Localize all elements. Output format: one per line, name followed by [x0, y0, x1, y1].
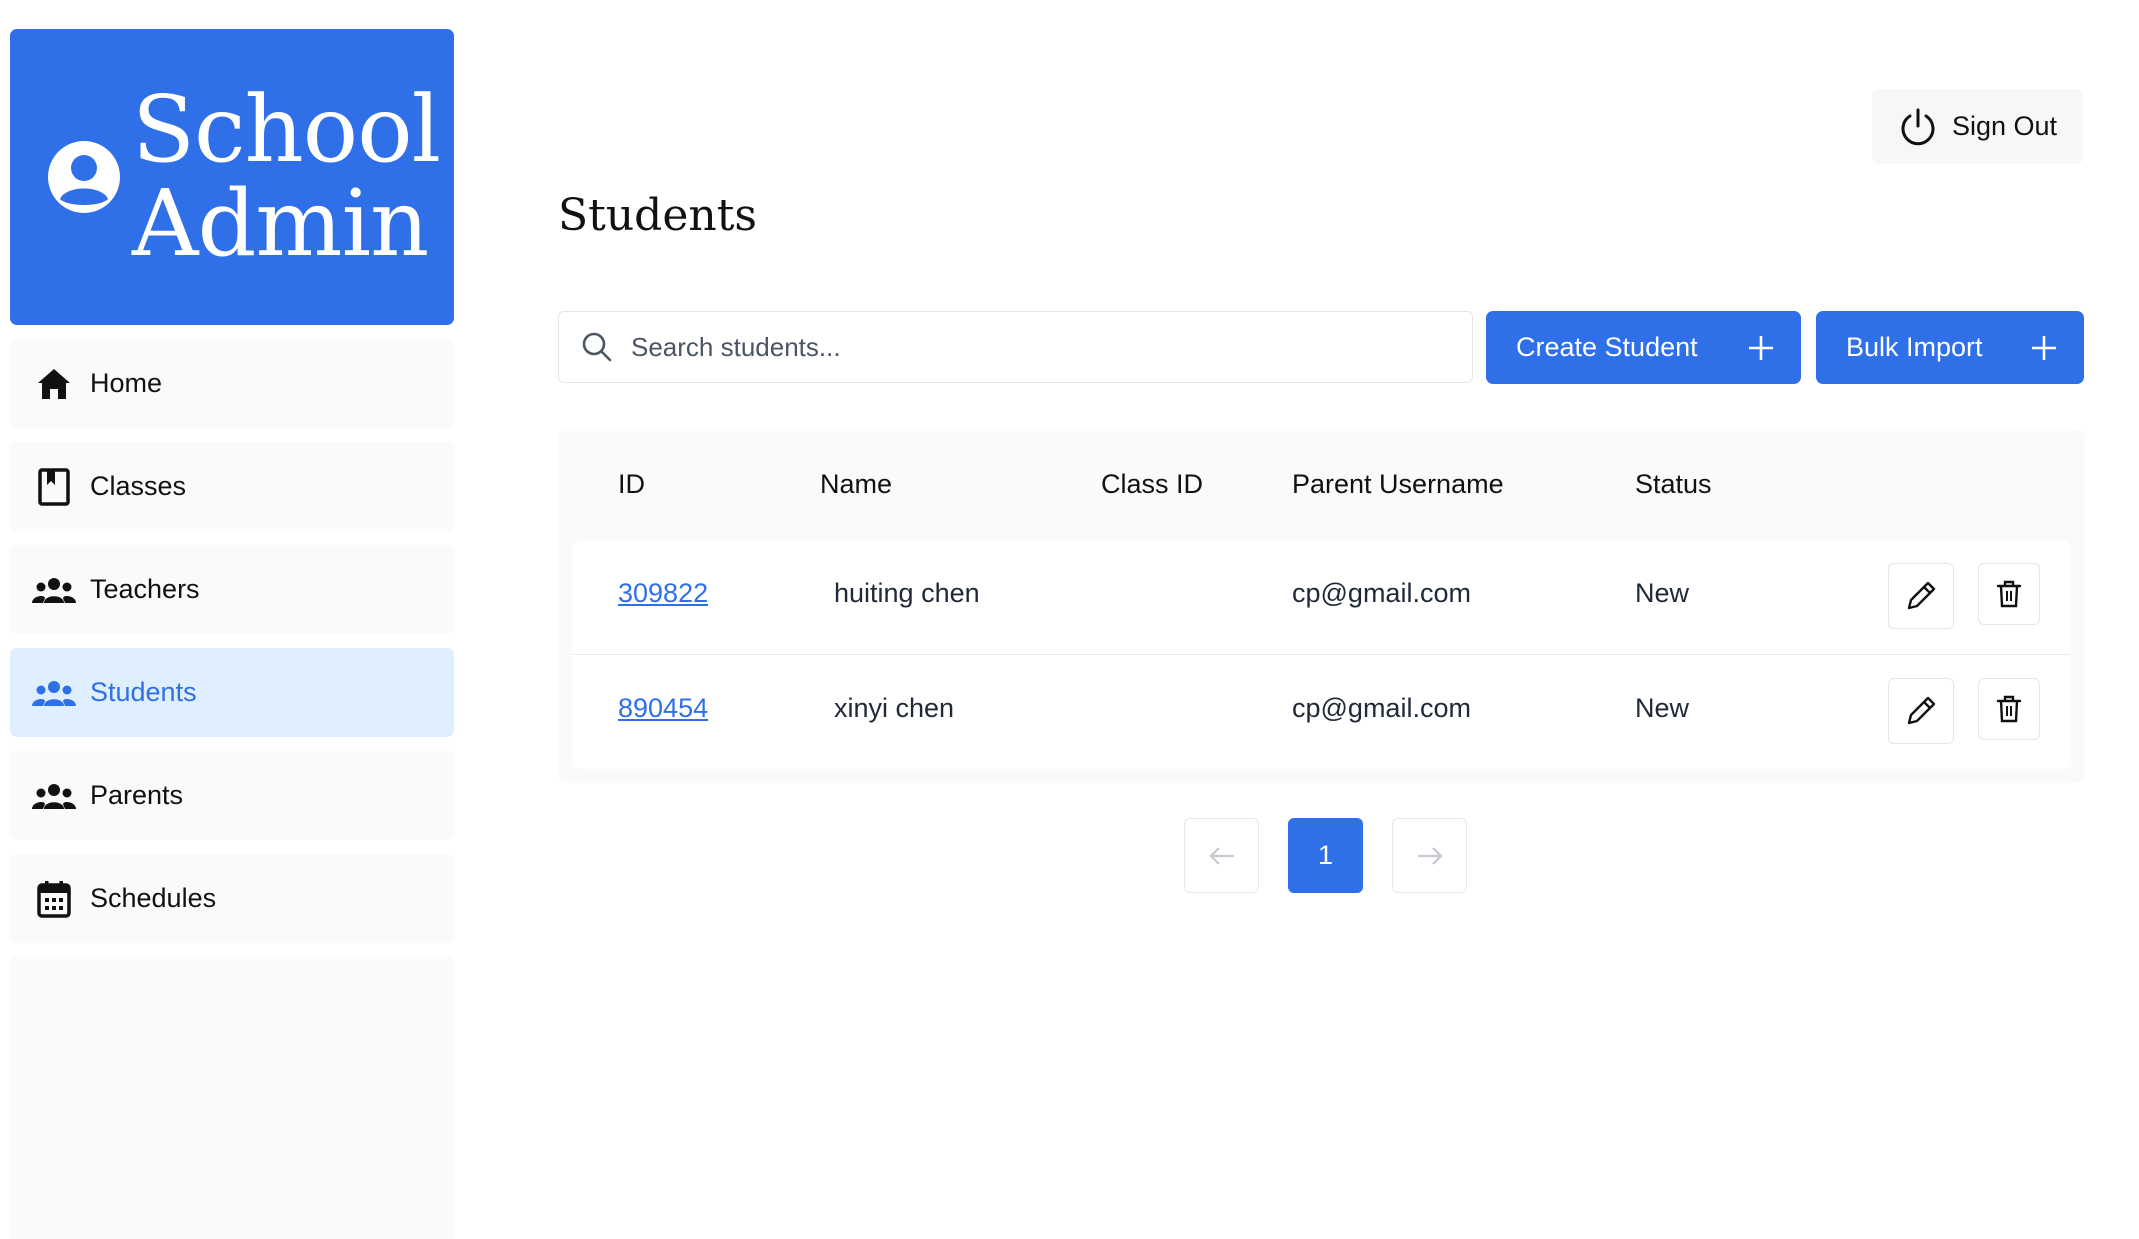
sidebar-item-label: Students	[90, 677, 197, 707]
search-icon	[582, 332, 612, 362]
sidebar: School Admin Home Classes Teachers Stude…	[10, 29, 454, 1239]
student-id-link[interactable]: 309822	[618, 578, 708, 608]
column-header-name: Name	[820, 469, 893, 499]
home-icon	[32, 364, 76, 404]
arrow-left-icon	[1208, 846, 1234, 865]
sidebar-item-label: Schedules	[90, 883, 217, 913]
bulk-import-label: Bulk Import	[1846, 332, 1983, 362]
sidebar-item-label: Teachers	[90, 574, 200, 604]
sidebar-item-label: Classes	[90, 471, 187, 501]
table-row: 309822 huiting chen cp@gmail.com New	[572, 540, 2070, 653]
arrow-right-icon	[1417, 846, 1443, 865]
edit-button[interactable]	[1888, 563, 1954, 629]
trash-icon	[1996, 580, 2022, 608]
app-root: School Admin Home Classes Teachers Stude…	[0, 0, 2139, 1239]
student-id-link[interactable]: 890454	[618, 693, 708, 723]
calendar-icon	[32, 879, 76, 919]
pagination: 1	[1184, 818, 1468, 893]
sidebar-item-teachers[interactable]: Teachers	[10, 545, 454, 634]
people-group-icon	[32, 570, 76, 610]
trash-icon	[1996, 695, 2022, 723]
sidebar-nav: Home Classes Teachers Students Parents S…	[10, 339, 454, 1239]
sidebar-item-classes[interactable]: Classes	[10, 442, 454, 531]
column-header-class-id: Class ID	[1101, 469, 1204, 499]
previous-page-button[interactable]	[1184, 818, 1259, 893]
plus-icon	[1749, 335, 1773, 360]
cell-parent-username: cp@gmail.com	[1292, 578, 1471, 608]
column-header-status: Status	[1635, 469, 1712, 499]
create-student-button[interactable]: Create Student	[1486, 311, 1801, 384]
brand-title: School Admin	[132, 76, 441, 277]
students-table: ID Name Class ID Parent Username Status …	[558, 429, 2084, 783]
column-header-parent-username: Parent Username	[1292, 469, 1504, 499]
column-header-id: ID	[618, 469, 645, 499]
brand-logo[interactable]: School Admin	[10, 29, 454, 325]
search-box[interactable]	[558, 311, 1473, 383]
search-input[interactable]	[631, 331, 1472, 363]
page-button-current[interactable]: 1	[1288, 818, 1363, 893]
cell-name: xinyi chen	[834, 693, 955, 723]
sidebar-filler	[10, 957, 454, 1239]
table-body: 309822 huiting chen cp@gmail.com New 890…	[572, 540, 2070, 769]
sidebar-item-home[interactable]: Home	[10, 339, 454, 428]
pencil-icon	[1907, 581, 1936, 610]
delete-button[interactable]	[1978, 678, 2040, 740]
sign-out-button[interactable]: Sign Out	[1872, 89, 2083, 164]
cell-name: huiting chen	[834, 578, 980, 608]
page-title: Students	[558, 190, 757, 241]
cell-status: New	[1635, 693, 1690, 723]
sidebar-item-parents[interactable]: Parents	[10, 751, 454, 840]
cell-id: 890454	[618, 693, 708, 724]
user-circle-icon	[48, 141, 120, 213]
table-row: 890454 xinyi chen cp@gmail.com New	[572, 654, 2070, 767]
table-header: ID Name Class ID Parent Username Status	[558, 469, 2084, 519]
brand-line-1: School	[132, 76, 441, 183]
people-group-icon	[32, 673, 76, 713]
cell-id: 309822	[618, 578, 708, 609]
sidebar-item-label: Home	[90, 368, 163, 398]
sidebar-item-label: Parents	[90, 780, 184, 810]
pencil-icon	[1907, 696, 1936, 725]
create-student-label: Create Student	[1516, 332, 1698, 362]
next-page-button[interactable]	[1392, 818, 1467, 893]
power-icon	[1901, 108, 1935, 145]
sidebar-item-schedules[interactable]: Schedules	[10, 854, 454, 943]
cell-parent-username: cp@gmail.com	[1292, 693, 1471, 723]
edit-button[interactable]	[1888, 678, 1954, 744]
people-group-icon	[32, 776, 76, 816]
bookmark-book-icon	[32, 467, 76, 507]
brand-line-2: Admin	[132, 170, 429, 277]
delete-button[interactable]	[1978, 563, 2040, 625]
cell-status: New	[1635, 578, 1690, 608]
sidebar-item-students[interactable]: Students	[10, 648, 454, 737]
bulk-import-button[interactable]: Bulk Import	[1816, 311, 2084, 384]
plus-icon	[2032, 335, 2056, 360]
sign-out-label: Sign Out	[1951, 111, 2058, 141]
